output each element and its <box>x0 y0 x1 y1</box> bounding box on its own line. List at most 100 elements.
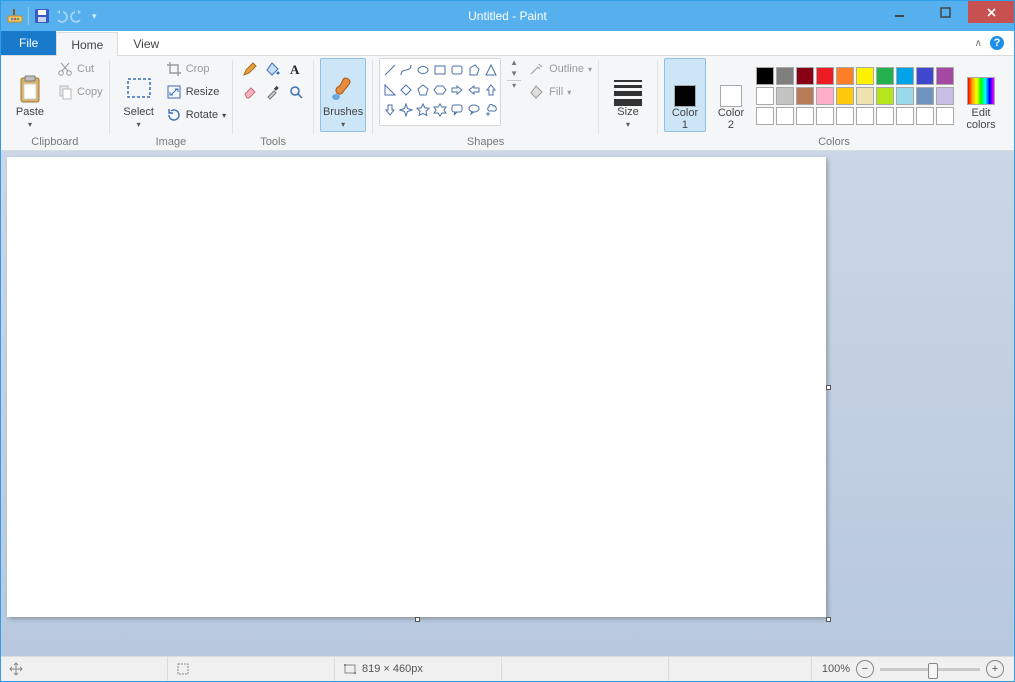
copy-button[interactable]: Copy <box>57 81 103 103</box>
color-swatch[interactable] <box>856 87 874 105</box>
color-swatch[interactable] <box>876 87 894 105</box>
fill-button[interactable]: Fill ▾ <box>529 81 592 103</box>
color-swatch[interactable] <box>876 107 894 125</box>
resize-button[interactable]: Resize <box>166 81 226 103</box>
color-swatch[interactable] <box>876 67 894 85</box>
resize-handle-right[interactable] <box>826 385 831 390</box>
color-swatch[interactable] <box>816 87 834 105</box>
color-swatch[interactable] <box>776 67 794 85</box>
canvas[interactable] <box>7 157 826 617</box>
shapes-scroll-down-icon[interactable]: ▼ <box>507 69 521 78</box>
color-swatch[interactable] <box>916 107 934 125</box>
shapes-gallery[interactable] <box>379 58 501 126</box>
color-swatch[interactable] <box>756 67 774 85</box>
magnifier-tool[interactable] <box>285 81 307 103</box>
save-icon[interactable] <box>34 8 50 24</box>
minimize-ribbon-icon[interactable]: ∧ <box>975 38 982 49</box>
oval-shape[interactable] <box>415 60 432 80</box>
color-swatch[interactable] <box>796 87 814 105</box>
resize-handle-corner[interactable] <box>826 617 831 622</box>
color-swatch[interactable] <box>896 67 914 85</box>
crop-button[interactable]: Crop <box>166 58 226 80</box>
color-swatch[interactable] <box>856 107 874 125</box>
shapes-more-icon[interactable]: ▾ <box>507 80 521 90</box>
file-tab[interactable]: File <box>1 31 56 55</box>
color-swatch[interactable] <box>816 67 834 85</box>
oval-callout-shape[interactable] <box>465 100 482 120</box>
minimize-button[interactable] <box>876 1 922 23</box>
up-arrow-shape[interactable] <box>482 80 499 100</box>
color-swatch[interactable] <box>936 87 954 105</box>
hexagon-shape[interactable] <box>432 80 449 100</box>
right-arrow-shape[interactable] <box>449 80 466 100</box>
right-triangle-shape[interactable] <box>381 80 398 100</box>
close-button[interactable] <box>968 1 1014 23</box>
color-swatch[interactable] <box>916 67 934 85</box>
triangle-shape[interactable] <box>482 60 499 80</box>
six-point-star-shape[interactable] <box>432 100 449 120</box>
color-swatch[interactable] <box>756 107 774 125</box>
curve-shape[interactable] <box>398 60 415 80</box>
paste-button[interactable]: Paste▾ <box>7 58 53 132</box>
cloud-callout-shape[interactable] <box>482 100 499 120</box>
color2-button[interactable]: Color 2 <box>710 58 752 132</box>
zoom-in-button[interactable]: + <box>986 660 1004 678</box>
home-tab[interactable]: Home <box>56 32 118 56</box>
pentagon-shape[interactable] <box>415 80 432 100</box>
help-icon[interactable]: ? <box>990 36 1004 50</box>
select-button[interactable]: Select▾ <box>116 58 162 132</box>
color-swatch[interactable] <box>916 87 934 105</box>
quick-access-toolbar: ▾ <box>1 7 101 25</box>
polygon-shape[interactable] <box>465 60 482 80</box>
color-swatch[interactable] <box>936 67 954 85</box>
zoom-slider[interactable] <box>880 668 980 671</box>
rotate-button[interactable]: Rotate ▾ <box>166 104 226 126</box>
color-swatch[interactable] <box>856 67 874 85</box>
rectangle-shape[interactable] <box>432 60 449 80</box>
eraser-tool[interactable] <box>239 81 261 103</box>
down-arrow-shape[interactable] <box>381 100 398 120</box>
zoom-slider-thumb[interactable] <box>928 663 938 679</box>
color-swatch[interactable] <box>796 67 814 85</box>
cut-button[interactable]: Cut <box>57 58 103 80</box>
colors-group-label: Colors <box>818 134 850 150</box>
redo-icon[interactable] <box>70 8 86 24</box>
text-tool[interactable]: A <box>285 58 307 80</box>
color-swatch[interactable] <box>816 107 834 125</box>
rounded-callout-shape[interactable] <box>449 100 466 120</box>
zoom-out-button[interactable]: − <box>856 660 874 678</box>
resize-handle-bottom[interactable] <box>415 617 420 622</box>
color-swatch[interactable] <box>836 87 854 105</box>
four-point-star-shape[interactable] <box>398 100 415 120</box>
color-swatch[interactable] <box>776 107 794 125</box>
outline-button[interactable]: Outline ▾ <box>529 58 592 80</box>
line-shape[interactable] <box>381 60 398 80</box>
rounded-rectangle-shape[interactable] <box>449 60 466 80</box>
color-swatch[interactable] <box>756 87 774 105</box>
left-arrow-shape[interactable] <box>465 80 482 100</box>
edit-colors-button[interactable]: Edit colors <box>958 58 1004 132</box>
status-bar: 819 × 460px 100% − + <box>1 656 1014 681</box>
canvas-area[interactable] <box>1 151 1014 656</box>
shapes-scroll-up-icon[interactable]: ▲ <box>507 58 521 67</box>
diamond-shape[interactable] <box>398 80 415 100</box>
color-swatch[interactable] <box>796 107 814 125</box>
fill-tool[interactable] <box>262 58 284 80</box>
color2-swatch <box>720 85 742 107</box>
color1-button[interactable]: Color 1 <box>664 58 706 132</box>
size-button[interactable]: Size▾ <box>605 58 651 132</box>
qat-customize-icon[interactable]: ▾ <box>88 11 101 22</box>
view-tab[interactable]: View <box>118 31 174 55</box>
color-swatch[interactable] <box>836 67 854 85</box>
color-swatch[interactable] <box>936 107 954 125</box>
color-swatch[interactable] <box>896 87 914 105</box>
five-point-star-shape[interactable] <box>415 100 432 120</box>
color-picker-tool[interactable] <box>262 81 284 103</box>
brushes-button[interactable]: Brushes▾ <box>320 58 366 132</box>
maximize-button[interactable] <box>922 1 968 23</box>
pencil-tool[interactable] <box>239 58 261 80</box>
color-swatch[interactable] <box>836 107 854 125</box>
undo-icon[interactable] <box>52 8 68 24</box>
color-swatch[interactable] <box>776 87 794 105</box>
color-swatch[interactable] <box>896 107 914 125</box>
